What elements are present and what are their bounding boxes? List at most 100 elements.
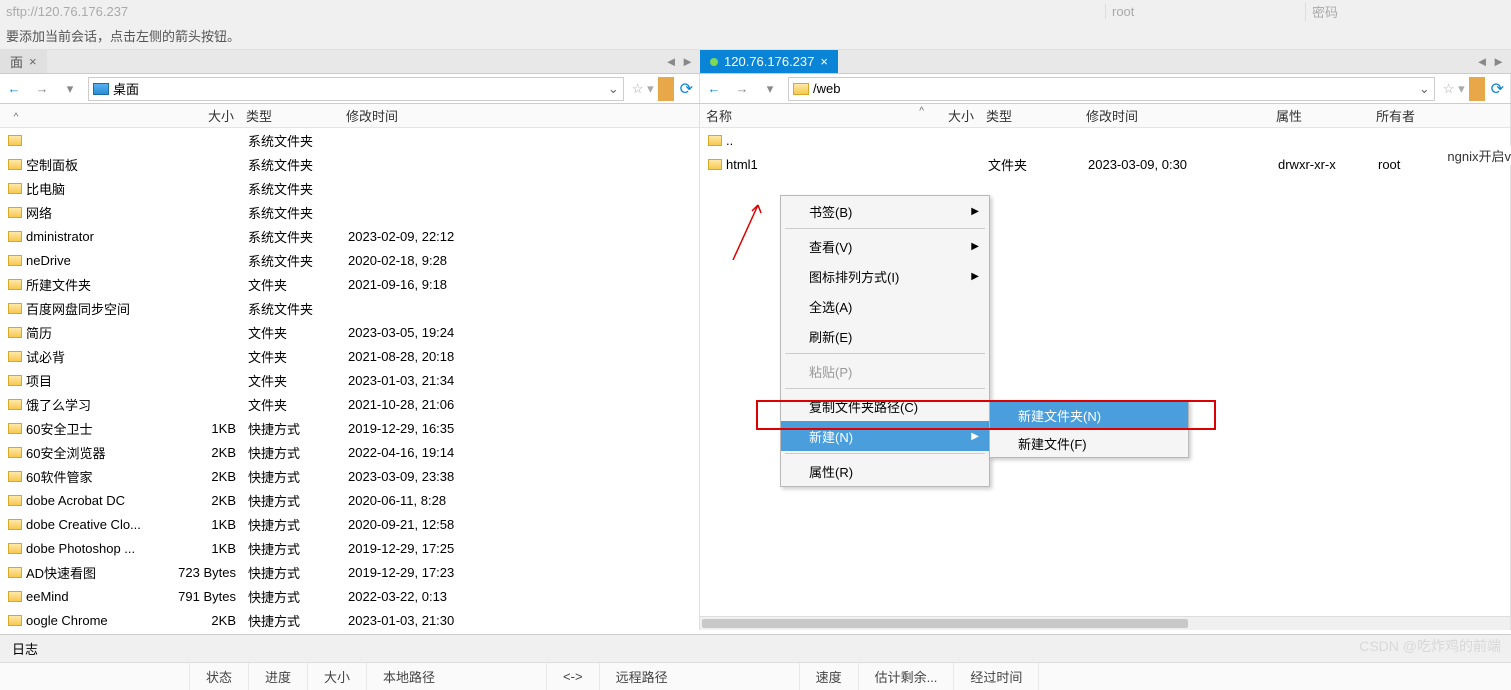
table-row[interactable]: 比电脑系统文件夹 bbox=[0, 176, 699, 200]
chevron-down-icon[interactable]: ⌄ bbox=[1419, 81, 1430, 97]
table-row[interactable]: neDrive系统文件夹2020-02-18, 9:28 bbox=[0, 248, 699, 272]
file-name: 简历 bbox=[2, 323, 162, 342]
tab-nav-local[interactable]: ◄ ► bbox=[665, 50, 700, 73]
forward-button[interactable]: → bbox=[28, 75, 56, 103]
col-type[interactable]: 类型 bbox=[240, 106, 340, 125]
up-button[interactable]: ▾ bbox=[756, 75, 784, 103]
table-row[interactable]: eeMind791 Bytes快捷方式2022-03-22, 0:13 bbox=[0, 584, 699, 608]
file-mtime: 2022-03-22, 0:13 bbox=[342, 589, 522, 604]
col-type[interactable]: 类型 bbox=[980, 106, 1080, 125]
user-field[interactable]: root bbox=[1105, 4, 1305, 19]
file-type: 文件夹 bbox=[242, 347, 342, 366]
col-name[interactable]: 名称^ bbox=[700, 106, 930, 125]
table-row[interactable]: dministrator系统文件夹2023-02-09, 22:12 bbox=[0, 224, 699, 248]
submenu-newfolder[interactable]: 新建文件夹(N) bbox=[990, 401, 1188, 429]
folder-icon bbox=[8, 135, 22, 146]
star-icon[interactable]: ☆ ▾ bbox=[628, 81, 658, 97]
file-type: 系统文件夹 bbox=[242, 131, 342, 150]
star-icon[interactable]: ☆ ▾ bbox=[1439, 81, 1469, 97]
refresh-icon[interactable]: ⟳ bbox=[1485, 79, 1510, 99]
table-row[interactable]: 项目文件夹2023-01-03, 21:34 bbox=[0, 368, 699, 392]
folder-icon bbox=[8, 375, 22, 386]
file-name: 网络 bbox=[2, 203, 162, 222]
menu-bookmark[interactable]: 书签(B)▶ bbox=[781, 196, 989, 226]
tab-local[interactable]: 面 × bbox=[0, 50, 47, 73]
status-empty bbox=[0, 663, 190, 690]
remote-path-box[interactable]: ⌄ bbox=[788, 77, 1435, 101]
refresh-icon[interactable]: ⟳ bbox=[674, 79, 699, 99]
menu-iconarrange[interactable]: 图标排列方式(I)▶ bbox=[781, 261, 989, 291]
status-localpath: 本地路径 bbox=[367, 663, 547, 690]
close-icon[interactable]: × bbox=[29, 54, 37, 69]
folder-icon bbox=[8, 351, 22, 362]
file-name: eeMind bbox=[2, 589, 162, 604]
forward-button[interactable]: → bbox=[728, 75, 756, 103]
col-mtime[interactable]: 修改时间 bbox=[1080, 106, 1270, 125]
menu-refresh[interactable]: 刷新(E) bbox=[781, 321, 989, 351]
folder-icon bbox=[793, 83, 809, 95]
tab-remote[interactable]: 120.76.176.237 × bbox=[700, 50, 838, 73]
file-type: 系统文件夹 bbox=[242, 179, 342, 198]
table-row[interactable]: 60安全浏览器2KB快捷方式2022-04-16, 19:14 bbox=[0, 440, 699, 464]
local-header[interactable]: ^ 大小 类型 修改时间 bbox=[0, 104, 699, 128]
table-row[interactable]: dobe Creative Clo...1KB快捷方式2020-09-21, 1… bbox=[0, 512, 699, 536]
table-row[interactable]: 简历文件夹2023-03-05, 19:24 bbox=[0, 320, 699, 344]
file-mtime: 2020-06-11, 8:28 bbox=[342, 493, 522, 508]
table-row[interactable]: 60软件管家2KB快捷方式2023-03-09, 23:38 bbox=[0, 464, 699, 488]
file-mtime: 2023-01-03, 21:30 bbox=[342, 613, 522, 628]
submenu-newfile[interactable]: 新建文件(F) bbox=[990, 429, 1188, 457]
col-mtime[interactable]: 修改时间 bbox=[340, 106, 520, 125]
table-row[interactable]: 系统文件夹 bbox=[0, 128, 699, 152]
file-size: 2KB bbox=[162, 493, 242, 508]
tab-nav-remote[interactable]: ◄ ► bbox=[1476, 50, 1511, 73]
back-button[interactable]: ← bbox=[0, 75, 28, 103]
menu-props[interactable]: 属性(R) bbox=[781, 456, 989, 486]
table-row[interactable]: .. bbox=[700, 128, 1510, 152]
col-size[interactable]: 大小 bbox=[930, 106, 980, 125]
table-row[interactable]: 60安全卫士1KB快捷方式2019-12-29, 16:35 bbox=[0, 416, 699, 440]
back-button[interactable]: ← bbox=[700, 75, 728, 103]
file-name: oogle Chrome bbox=[2, 613, 162, 628]
file-type: 系统文件夹 bbox=[242, 299, 342, 318]
folder-icon bbox=[8, 591, 22, 602]
table-row[interactable]: dobe Acrobat DC2KB快捷方式2020-06-11, 8:28 bbox=[0, 488, 699, 512]
file-size: 2KB bbox=[162, 445, 242, 460]
remote-header[interactable]: 名称^ 大小 类型 修改时间 属性 所有者 bbox=[700, 104, 1510, 128]
up-button[interactable]: ▾ bbox=[56, 75, 84, 103]
file-mtime: 2021-10-28, 21:06 bbox=[342, 397, 522, 412]
menu-selectall[interactable]: 全选(A) bbox=[781, 291, 989, 321]
table-row[interactable]: 网络系统文件夹 bbox=[0, 200, 699, 224]
local-path-box[interactable]: ⌄ bbox=[88, 77, 624, 101]
chevron-down-icon[interactable]: ⌄ bbox=[608, 81, 619, 97]
col-size[interactable]: 大小 bbox=[160, 106, 240, 125]
close-icon[interactable]: × bbox=[820, 54, 828, 69]
file-mtime: 2020-09-21, 12:58 bbox=[342, 517, 522, 532]
password-field[interactable]: 密码 bbox=[1305, 2, 1505, 21]
table-row[interactable]: 所建文件夹文件夹2021-09-16, 9:18 bbox=[0, 272, 699, 296]
table-row[interactable]: AD快速看图723 Bytes快捷方式2019-12-29, 17:23 bbox=[0, 560, 699, 584]
bookmark-button[interactable] bbox=[1469, 77, 1485, 101]
table-row[interactable]: 空制面板系统文件夹 bbox=[0, 152, 699, 176]
table-row[interactable]: 饿了么学习文件夹2021-10-28, 21:06 bbox=[0, 392, 699, 416]
chevron-right-icon: ▶ bbox=[971, 241, 979, 252]
table-row[interactable]: 试必背文件夹2021-08-28, 20:18 bbox=[0, 344, 699, 368]
menu-view[interactable]: 查看(V)▶ bbox=[781, 231, 989, 261]
file-type: 快捷方式 bbox=[242, 515, 342, 534]
bookmark-button[interactable] bbox=[658, 77, 674, 101]
menu-copypath[interactable]: 复制文件夹路径(C) bbox=[781, 391, 989, 421]
log-strip[interactable]: 日志 bbox=[0, 634, 1511, 662]
table-row[interactable]: dobe Photoshop ...1KB快捷方式2019-12-29, 17:… bbox=[0, 536, 699, 560]
table-row[interactable]: oogle Chrome2KB快捷方式2023-01-03, 21:30 bbox=[0, 608, 699, 628]
table-row[interactable]: html1文件夹2023-03-09, 0:30drwxr-xr-xroot bbox=[700, 152, 1510, 176]
scrollbar[interactable] bbox=[700, 616, 1510, 630]
file-owner: root bbox=[1372, 157, 1432, 172]
menu-new[interactable]: 新建(N)▶ bbox=[781, 421, 989, 451]
col-owner[interactable]: 所有者 bbox=[1370, 106, 1430, 125]
local-path-input[interactable] bbox=[113, 81, 604, 96]
tab-remote-label: 120.76.176.237 bbox=[724, 54, 814, 69]
sftp-address[interactable]: sftp://120.76.176.237 bbox=[6, 4, 1105, 19]
tab-strip: 面 × ◄ ► 120.76.176.237 × ◄ ► bbox=[0, 50, 1511, 74]
table-row[interactable]: 百度网盘同步空间系统文件夹 bbox=[0, 296, 699, 320]
remote-path-input[interactable] bbox=[813, 81, 1415, 96]
col-attr[interactable]: 属性 bbox=[1270, 106, 1370, 125]
